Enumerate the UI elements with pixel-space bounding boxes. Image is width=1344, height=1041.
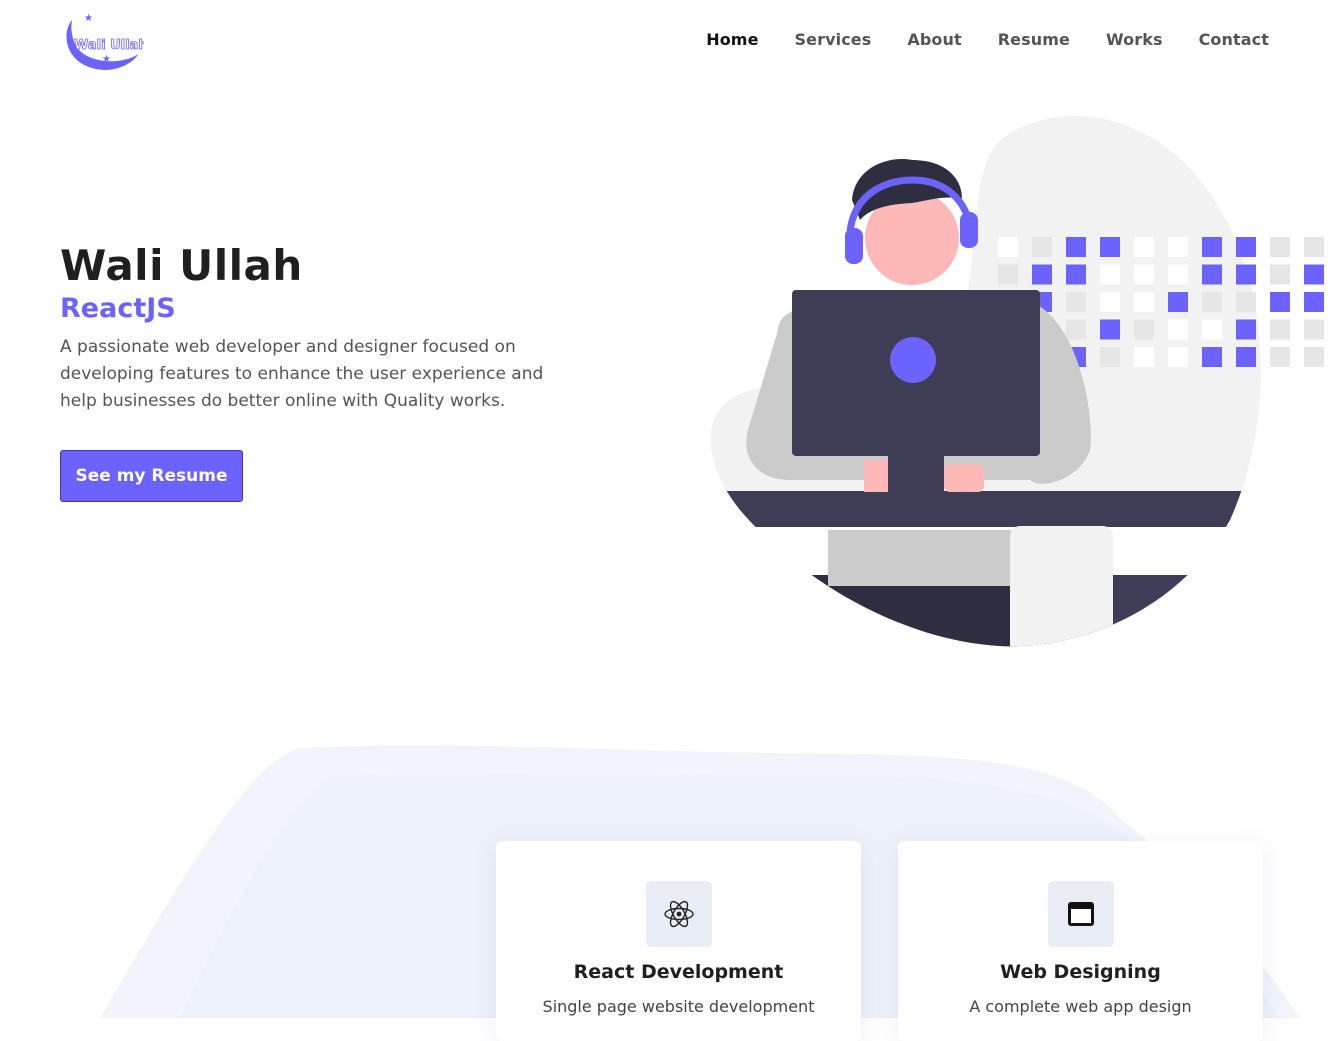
hero-description: A passionate web developer and designer … (60, 337, 544, 411)
developer-illustration (700, 100, 1344, 660)
browser-window-icon (1047, 881, 1114, 947)
nav-contact[interactable]: Contact (1199, 30, 1269, 49)
service-card-react[interactable]: React Development Single page website de… (496, 841, 861, 1041)
service-title: React Development (573, 961, 784, 983)
service-title: Web Designing (1000, 961, 1161, 983)
svg-text:★: ★ (102, 54, 111, 65)
service-description: A complete web app design (969, 997, 1192, 1016)
svg-text:★: ★ (84, 13, 93, 24)
react-atom-icon (645, 881, 712, 947)
main-nav: Home Services About Resume Works Contact (706, 30, 1269, 49)
service-card-web-design[interactable]: Web Designing A complete web app design (898, 841, 1263, 1041)
nav-resume[interactable]: Resume (998, 30, 1070, 49)
site-logo[interactable]: ★ ★ Wali Ullah (60, 12, 148, 74)
service-description: Single page website development (542, 997, 815, 1016)
see-resume-button[interactable]: See my Resume (60, 450, 243, 502)
nav-services[interactable]: Services (795, 30, 872, 49)
nav-about[interactable]: About (907, 30, 961, 49)
hero-section: Wali Ullah ReactJS A passionate web deve… (60, 240, 560, 415)
logo-crescent-icon: ★ ★ Wali Ullah (66, 13, 148, 70)
logo-text: Wali Ullah (74, 38, 144, 53)
hero-name: Wali Ullah (60, 241, 303, 290)
nav-works[interactable]: Works (1106, 30, 1163, 49)
hero-role: ReactJS (60, 293, 176, 324)
nav-home[interactable]: Home (706, 30, 758, 49)
